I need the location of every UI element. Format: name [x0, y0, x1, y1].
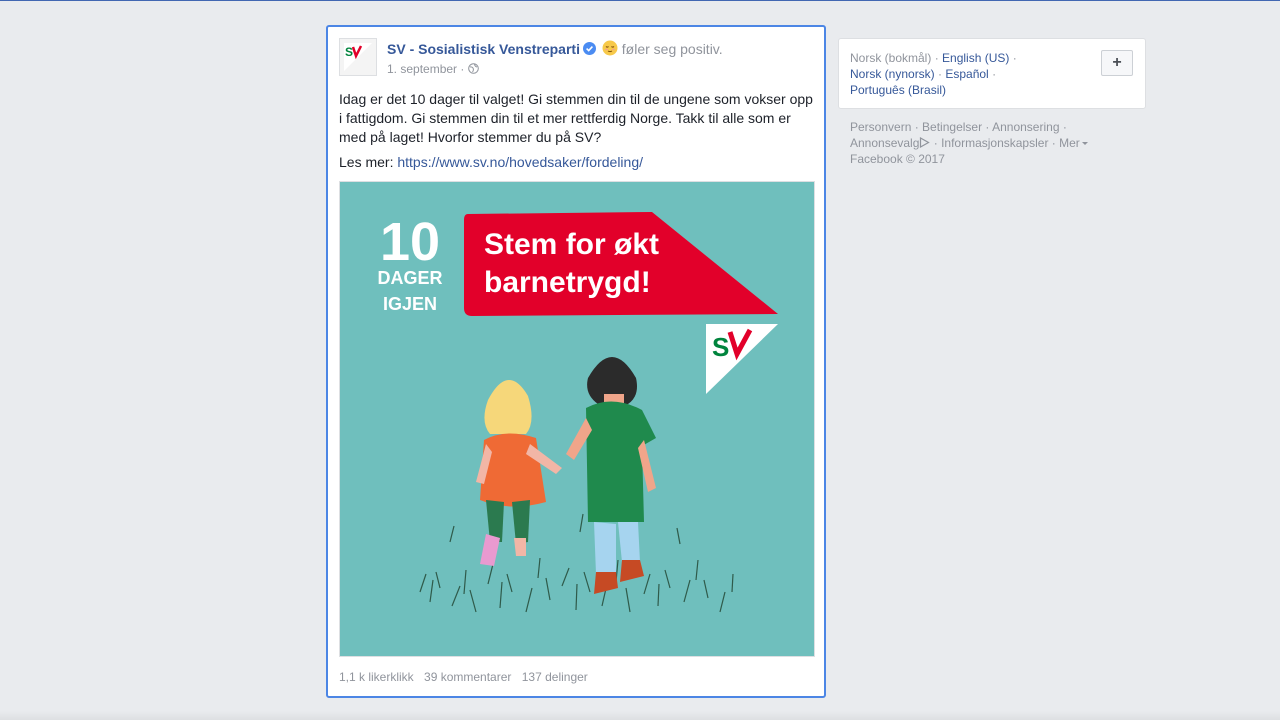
- comments-count[interactable]: 39 kommentarer: [424, 670, 511, 684]
- adchoices-icon: [919, 136, 931, 149]
- counter-line-1: DAGER: [377, 268, 442, 288]
- likes-count[interactable]: 1,1 k likerklikk: [339, 670, 414, 684]
- footer-link-betingelser[interactable]: Betingelser: [922, 120, 982, 134]
- svg-text:S: S: [345, 45, 353, 59]
- verified-badge-icon: [582, 41, 596, 55]
- language-list: Norsk (bokmål) · English (US) · Norsk (n…: [850, 51, 1017, 97]
- language-espanol[interactable]: Español: [945, 67, 988, 81]
- post-header: SV - Sosialistisk Venstreparti føler seg…: [387, 40, 723, 58]
- counter-number: 10: [380, 212, 440, 272]
- top-accent-line: [0, 0, 1280, 1]
- post-card: S SV - Sosialistisk Venstreparti føler s…: [326, 25, 826, 698]
- footer-link-annonsevalg[interactable]: Annonsevalg: [850, 136, 919, 150]
- feeling-text: føler seg positiv.: [621, 41, 723, 57]
- language-english-us[interactable]: English (US): [942, 51, 1009, 65]
- shares-count[interactable]: 137 delinger: [522, 670, 588, 684]
- footer-link-informasjonskapsler[interactable]: Informasjonskapsler: [941, 136, 1048, 150]
- page-avatar[interactable]: S: [339, 38, 377, 76]
- post-meta: 1. september ·: [387, 61, 479, 77]
- language-norsk-nynorsk[interactable]: Norsk (nynorsk): [850, 67, 935, 81]
- relieved-face-emoji-icon: [602, 40, 618, 56]
- author-name-link[interactable]: SV - Sosialistisk Venstreparti: [387, 41, 580, 57]
- footer-link-personvern[interactable]: Personvern: [850, 120, 911, 134]
- current-language: Norsk (bokmål): [850, 51, 932, 65]
- post-stats: 1,1 k likerklikk 39 kommentarer 137 deli…: [339, 670, 595, 684]
- banner-line-1: Stem for økt: [484, 228, 659, 261]
- read-more-label: Les mer:: [339, 154, 394, 170]
- footer-link-annonsering[interactable]: Annonsering: [992, 120, 1059, 134]
- post-image[interactable]: 10 DAGER IGJEN Stem for økt barnetrygd! …: [339, 181, 815, 657]
- banner-line-2: barnetrygd!: [484, 266, 651, 299]
- svg-text:S: S: [712, 332, 729, 362]
- footer-copyright: Facebook © 2017: [850, 152, 945, 166]
- add-language-button[interactable]: +: [1101, 50, 1133, 76]
- counter-line-2: IGJEN: [383, 294, 437, 314]
- post-body-text: Idag er det 10 dager til valget! Gi stem…: [339, 91, 813, 145]
- read-more-line: Les mer: https://www.sv.no/hovedsaker/fo…: [339, 153, 643, 172]
- caret-down-icon: [1081, 142, 1088, 145]
- globe-privacy-icon[interactable]: [467, 62, 479, 74]
- footer-link-mer[interactable]: Mer: [1059, 136, 1080, 150]
- bottom-shade: [0, 711, 1280, 720]
- meta-separator: ·: [460, 62, 465, 76]
- language-selector-box: Norsk (bokmål) · English (US) · Norsk (n…: [838, 38, 1146, 109]
- read-more-link[interactable]: https://www.sv.no/hovedsaker/fordeling/: [397, 154, 643, 170]
- campaign-illustration: 10 DAGER IGJEN Stem for økt barnetrygd! …: [340, 182, 814, 656]
- language-portugues-brasil[interactable]: Português (Brasil): [850, 83, 946, 97]
- footer-links: Personvern · Betingelser · Annonsering ·…: [850, 119, 1140, 167]
- post-date-link[interactable]: 1. september: [387, 62, 457, 76]
- sv-avatar-logo-icon: S: [340, 39, 376, 75]
